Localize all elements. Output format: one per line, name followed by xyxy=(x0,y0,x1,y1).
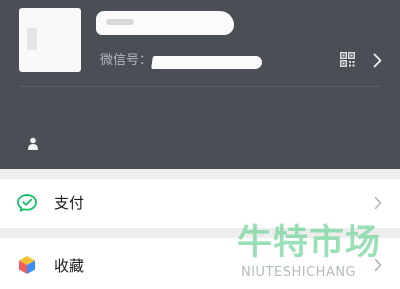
chevron-right-icon xyxy=(374,196,382,210)
wechat-pay-icon xyxy=(17,194,37,212)
profile-header[interactable]: 微信号： xyxy=(0,0,400,169)
nickname-redacted xyxy=(96,11,234,35)
chevron-right-icon xyxy=(374,258,382,272)
favorites-cube-icon xyxy=(19,256,35,274)
menu-label-pay: 支付 xyxy=(54,194,85,212)
wechat-id-label: 微信号： xyxy=(100,53,153,68)
menu-item-favorites[interactable]: 收藏 xyxy=(0,238,400,289)
menu-label-favorites: 收藏 xyxy=(54,257,85,275)
header-divider xyxy=(19,86,381,87)
menu-item-pay[interactable]: 支付 xyxy=(0,179,400,228)
avatar[interactable] xyxy=(19,8,81,72)
person-icon[interactable] xyxy=(27,137,39,150)
chevron-right-icon[interactable] xyxy=(373,53,382,68)
qrcode-icon[interactable] xyxy=(340,52,355,67)
wechat-id-redacted xyxy=(151,56,263,69)
